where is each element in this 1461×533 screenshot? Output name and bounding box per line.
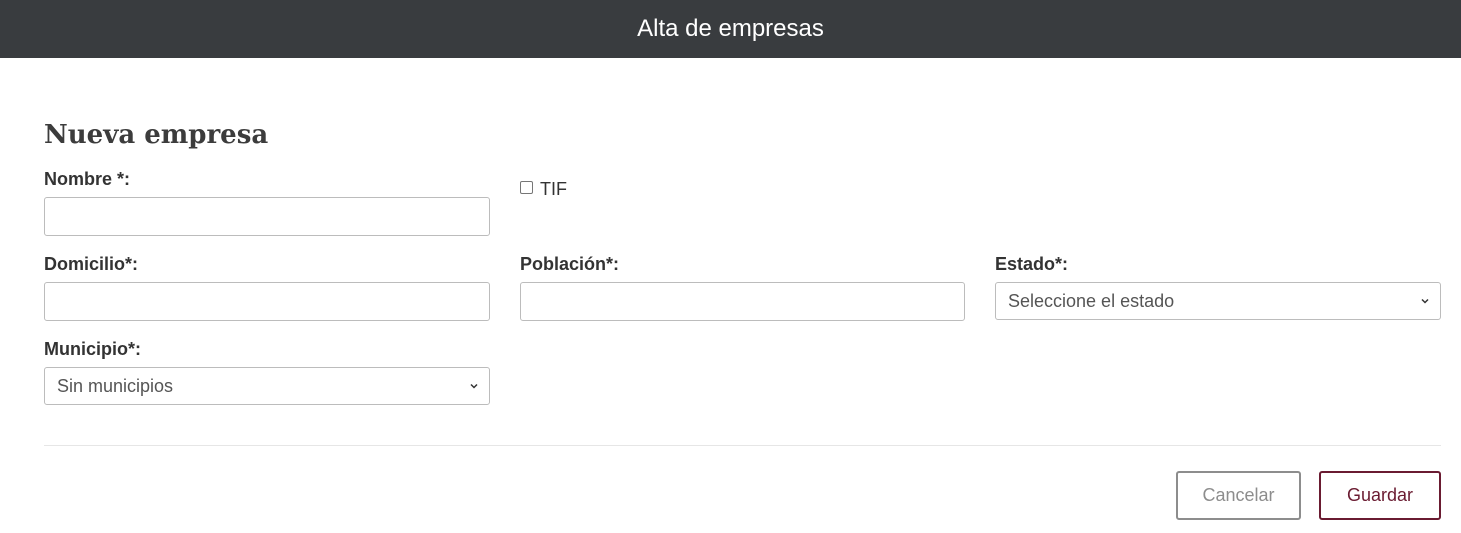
- form-title: Nueva empresa: [44, 120, 269, 150]
- tif-checkbox[interactable]: [520, 181, 533, 194]
- top-bar: Alta de empresas: [0, 0, 1461, 58]
- save-button[interactable]: Guardar: [1319, 471, 1441, 520]
- chevron-down-icon: [470, 383, 478, 389]
- nombre-input[interactable]: [44, 197, 490, 236]
- estado-select[interactable]: Seleccione el estado: [995, 282, 1441, 320]
- domicilio-label: Domicilio*:: [44, 254, 139, 274]
- nombre-label: Nombre *:: [44, 169, 131, 189]
- chevron-down-icon: [1421, 298, 1429, 304]
- tif-label[interactable]: TIF: [540, 179, 567, 200]
- cancel-button[interactable]: Cancelar: [1176, 471, 1301, 520]
- form-divider: [44, 445, 1441, 446]
- poblacion-label: Población*:: [520, 254, 620, 274]
- estado-label: Estado*:: [995, 254, 1069, 274]
- domicilio-input[interactable]: [44, 282, 490, 321]
- page-header-title: Alta de empresas: [637, 15, 824, 42]
- municipio-selected-value: Sin municipios: [57, 375, 174, 396]
- estado-selected-value: Seleccione el estado: [1008, 290, 1175, 311]
- poblacion-input[interactable]: [520, 282, 965, 321]
- municipio-label: Municipio*:: [44, 339, 141, 359]
- municipio-select[interactable]: Sin municipios: [44, 367, 490, 405]
